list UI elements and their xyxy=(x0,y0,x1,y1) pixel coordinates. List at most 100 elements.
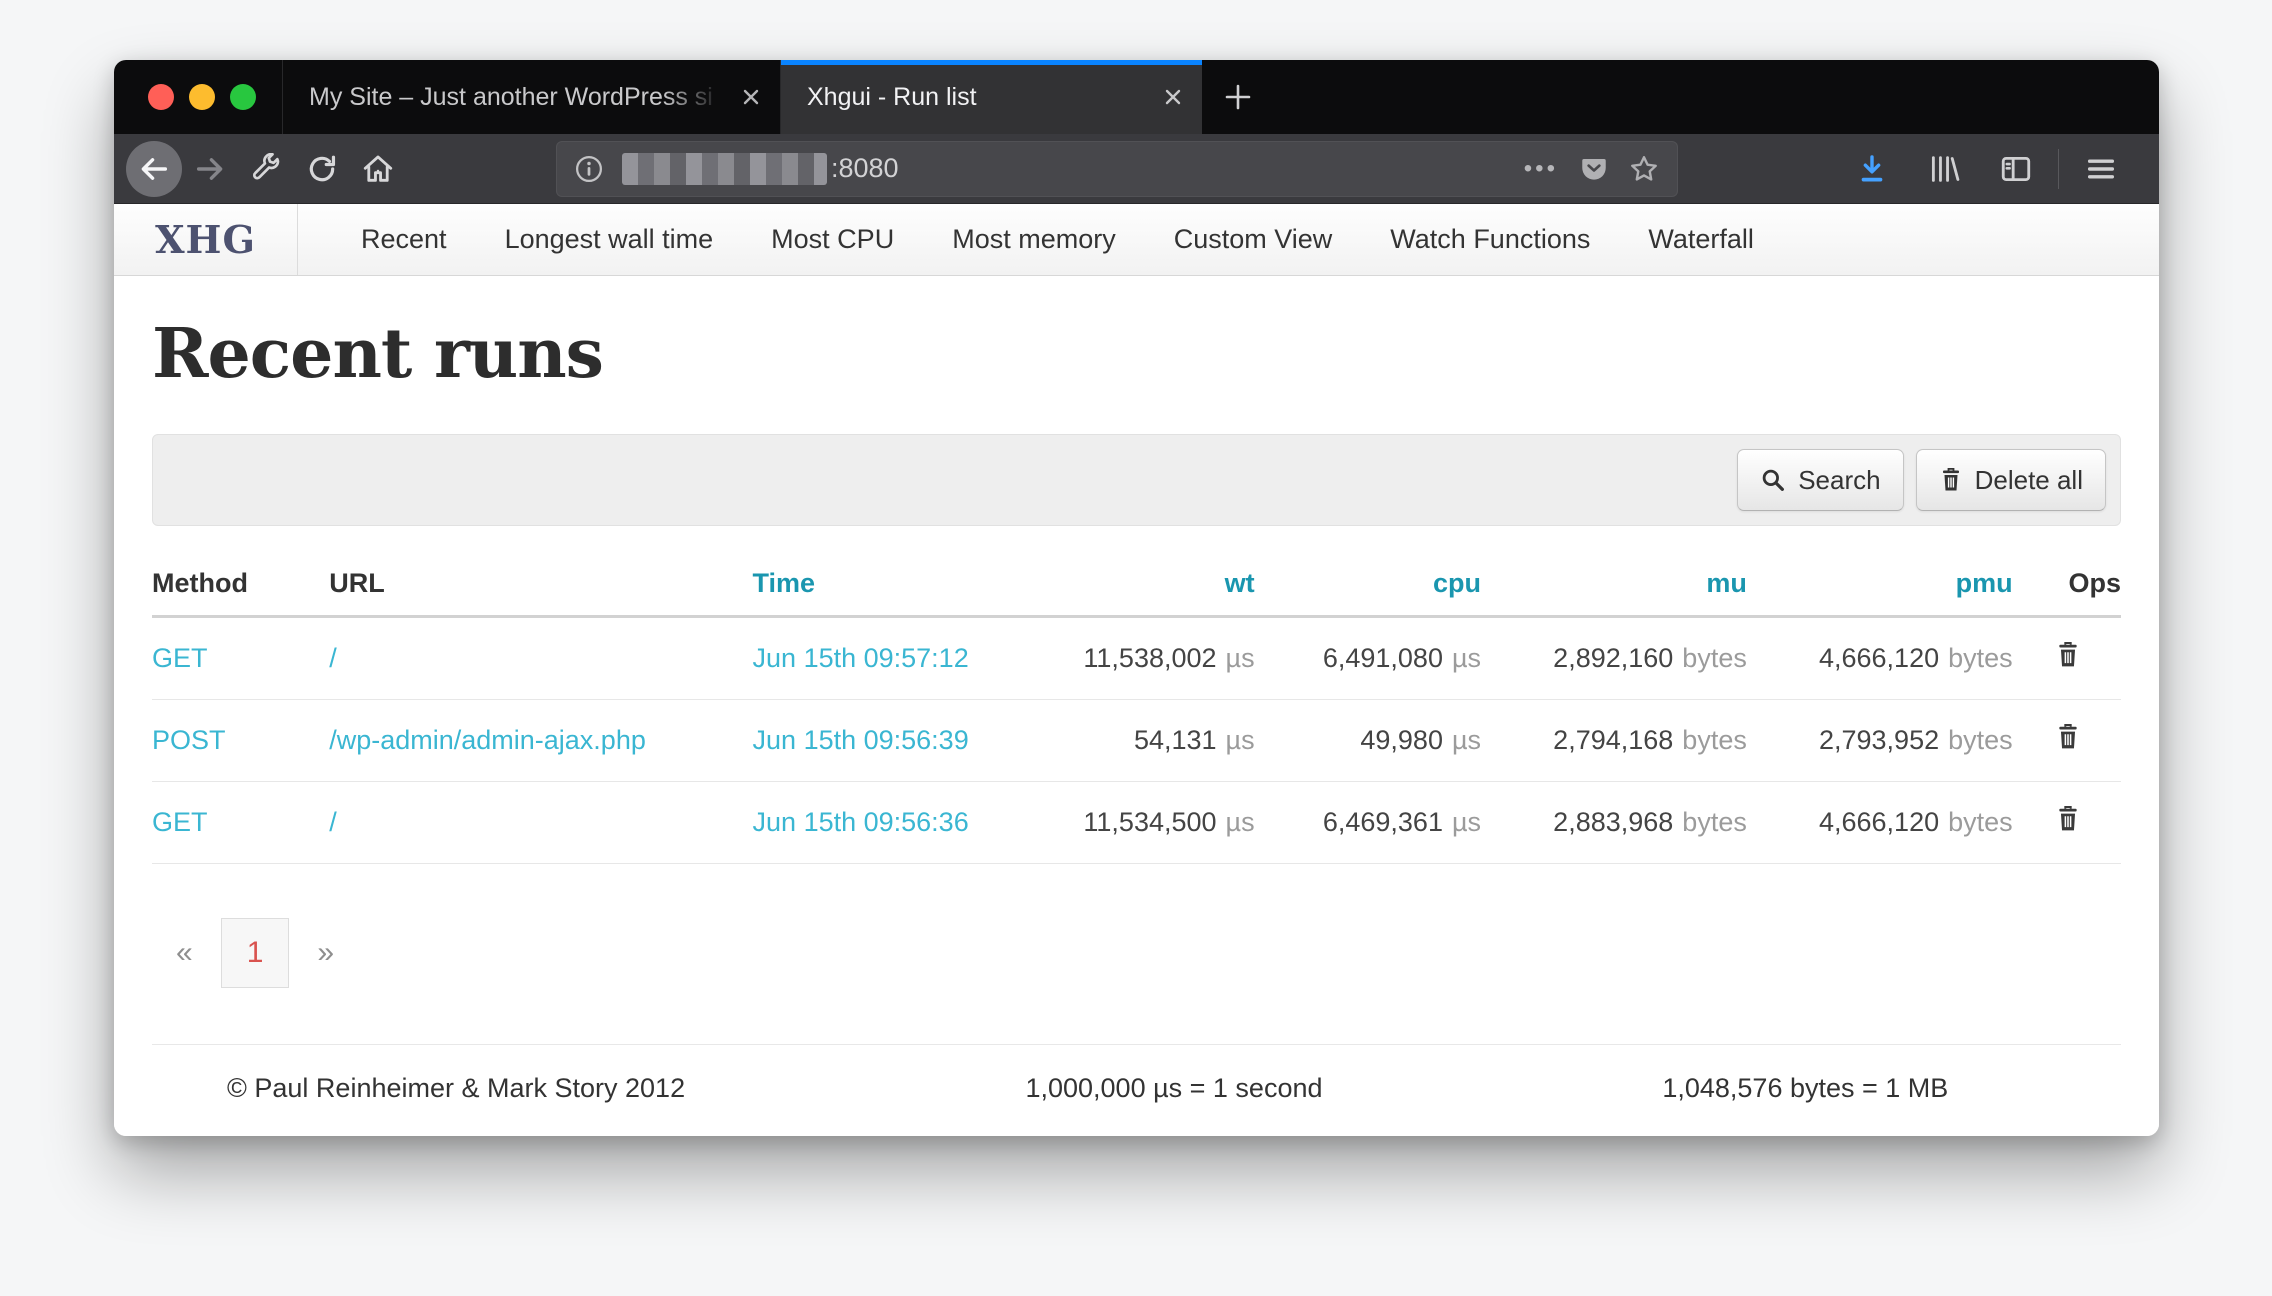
menu-button[interactable] xyxy=(2073,141,2129,197)
method-link[interactable]: POST xyxy=(152,725,226,755)
download-icon xyxy=(1855,152,1889,186)
wrench-icon xyxy=(250,153,282,185)
reload-button[interactable] xyxy=(294,141,350,197)
search-button[interactable]: Search xyxy=(1737,449,1903,511)
run-time-link[interactable]: Jun 15th 09:57:12 xyxy=(753,643,969,673)
back-button[interactable] xyxy=(126,141,182,197)
delete-run-icon[interactable] xyxy=(2055,722,2081,752)
downloads-button[interactable] xyxy=(1844,141,1900,197)
plus-icon xyxy=(1223,82,1253,112)
nav-item-custom-view[interactable]: Custom View xyxy=(1145,204,1362,275)
col-header-method: Method xyxy=(152,552,329,617)
library-button[interactable] xyxy=(1916,141,1972,197)
home-button[interactable] xyxy=(350,141,406,197)
tab-xhgui-run-list[interactable]: Xhgui - Run list xyxy=(780,60,1202,134)
close-window-button[interactable] xyxy=(148,84,174,110)
cpu-unit: µs xyxy=(1452,725,1481,755)
forward-button[interactable] xyxy=(182,141,238,197)
url-port-text: :8080 xyxy=(831,153,899,184)
method-link[interactable]: GET xyxy=(152,643,208,673)
table-row: GET / Jun 15th 09:57:12 11,538,002 µs 6,4… xyxy=(152,617,2121,700)
developer-tools-button[interactable] xyxy=(238,141,294,197)
tab-bar: My Site – Just another WordPress si Xhgu… xyxy=(114,60,2159,134)
url-link[interactable]: / xyxy=(329,643,337,673)
cpu-unit: µs xyxy=(1452,643,1481,673)
hamburger-icon xyxy=(2084,152,2118,186)
wt-value: 11,538,002 xyxy=(1083,643,1216,673)
cpu-value: 6,491,080 xyxy=(1323,643,1443,673)
nav-item-most-memory[interactable]: Most memory xyxy=(923,204,1145,275)
page-title: Recent runs xyxy=(152,314,2121,394)
col-header-pmu[interactable]: pmu xyxy=(1747,552,2013,617)
delete-all-button[interactable]: Delete all xyxy=(1916,449,2106,511)
url-link[interactable]: / xyxy=(329,807,337,837)
run-time-link[interactable]: Jun 15th 09:56:39 xyxy=(753,725,969,755)
run-time-link[interactable]: Jun 15th 09:56:36 xyxy=(753,807,969,837)
sidebar-toggle-button[interactable] xyxy=(1988,141,2044,197)
site-nav: Recent Longest wall time Most CPU Most m… xyxy=(332,204,1783,275)
actions-well: Search Delete all xyxy=(152,434,2121,526)
table-header-row: Method URL Time wt cpu mu pmu Ops xyxy=(152,552,2121,617)
cpu-value: 49,980 xyxy=(1360,725,1443,755)
delete-run-icon[interactable] xyxy=(2055,804,2081,834)
trash-icon xyxy=(1939,467,1963,493)
pagination: « 1 » xyxy=(152,918,2121,988)
navigation-toolbar: :8080 ••• xyxy=(114,134,2159,204)
home-icon xyxy=(361,152,395,186)
wt-value: 54,131 xyxy=(1134,725,1217,755)
pagination-prev[interactable]: « xyxy=(152,936,217,970)
library-icon xyxy=(1927,152,1961,186)
col-header-ops: Ops xyxy=(2013,552,2121,617)
nav-item-waterfall[interactable]: Waterfall xyxy=(1619,204,1783,275)
runs-table: Method URL Time wt cpu mu pmu Ops GET / xyxy=(152,552,2121,864)
new-tab-button[interactable] xyxy=(1202,60,1274,134)
url-bar[interactable]: :8080 ••• xyxy=(556,141,1678,197)
browser-window: My Site – Just another WordPress si Xhgu… xyxy=(114,60,2159,1136)
close-tab-icon[interactable] xyxy=(1162,86,1184,108)
bookmark-star-icon[interactable] xyxy=(1628,153,1660,185)
cpu-unit: µs xyxy=(1452,807,1481,837)
url-link[interactable]: /wp-admin/admin-ajax.php xyxy=(329,725,646,755)
mu-unit: bytes xyxy=(1682,725,1747,755)
col-header-wt[interactable]: wt xyxy=(1028,552,1254,617)
pmu-unit: bytes xyxy=(1948,725,2013,755)
nav-item-recent[interactable]: Recent xyxy=(332,204,476,275)
cpu-value: 6,469,361 xyxy=(1323,807,1443,837)
tab-title: Xhgui - Run list xyxy=(807,83,1148,112)
nav-item-longest-wall-time[interactable]: Longest wall time xyxy=(476,204,743,275)
wt-unit: µs xyxy=(1226,807,1255,837)
pocket-icon[interactable] xyxy=(1578,153,1610,185)
col-header-time[interactable]: Time xyxy=(753,552,1029,617)
col-header-cpu[interactable]: cpu xyxy=(1255,552,1481,617)
page-footer: © Paul Reinheimer & Mark Story 2012 1,00… xyxy=(152,1044,2121,1134)
reload-icon xyxy=(306,153,338,185)
forward-arrow-icon xyxy=(193,152,227,186)
search-button-label: Search xyxy=(1798,465,1880,496)
zoom-window-button[interactable] xyxy=(230,84,256,110)
page-actions-icon[interactable]: ••• xyxy=(1524,155,1558,183)
close-tab-icon[interactable] xyxy=(740,86,762,108)
nav-item-watch-functions[interactable]: Watch Functions xyxy=(1361,204,1619,275)
microseconds-note: 1,000,000 µs = 1 second xyxy=(858,1073,1489,1104)
pmu-value: 2,793,952 xyxy=(1819,725,1939,755)
redacted-url-host xyxy=(622,153,827,185)
table-row: POST /wp-admin/admin-ajax.php Jun 15th 0… xyxy=(152,700,2121,782)
page-content: XHG Recent Longest wall time Most CPU Mo… xyxy=(114,204,2159,1136)
pmu-value: 4,666,120 xyxy=(1819,807,1939,837)
pmu-value: 4,666,120 xyxy=(1819,643,1939,673)
col-header-mu[interactable]: mu xyxy=(1481,552,1747,617)
wt-value: 11,534,500 xyxy=(1083,807,1216,837)
sidebar-icon xyxy=(1999,152,2033,186)
pagination-next[interactable]: » xyxy=(293,936,358,970)
pagination-page-1[interactable]: 1 xyxy=(221,918,290,988)
table-row: GET / Jun 15th 09:56:36 11,534,500 µs 6,4… xyxy=(152,782,2121,864)
delete-run-icon[interactable] xyxy=(2055,640,2081,670)
mu-value: 2,794,168 xyxy=(1553,725,1673,755)
xhgui-logo[interactable]: XHG xyxy=(114,204,298,275)
tab-wordpress-site[interactable]: My Site – Just another WordPress si xyxy=(282,60,780,134)
nav-item-most-cpu[interactable]: Most CPU xyxy=(742,204,923,275)
site-info-icon[interactable] xyxy=(574,154,604,184)
copyright-text: © Paul Reinheimer & Mark Story 2012 xyxy=(152,1073,858,1104)
minimize-window-button[interactable] xyxy=(189,84,215,110)
method-link[interactable]: GET xyxy=(152,807,208,837)
